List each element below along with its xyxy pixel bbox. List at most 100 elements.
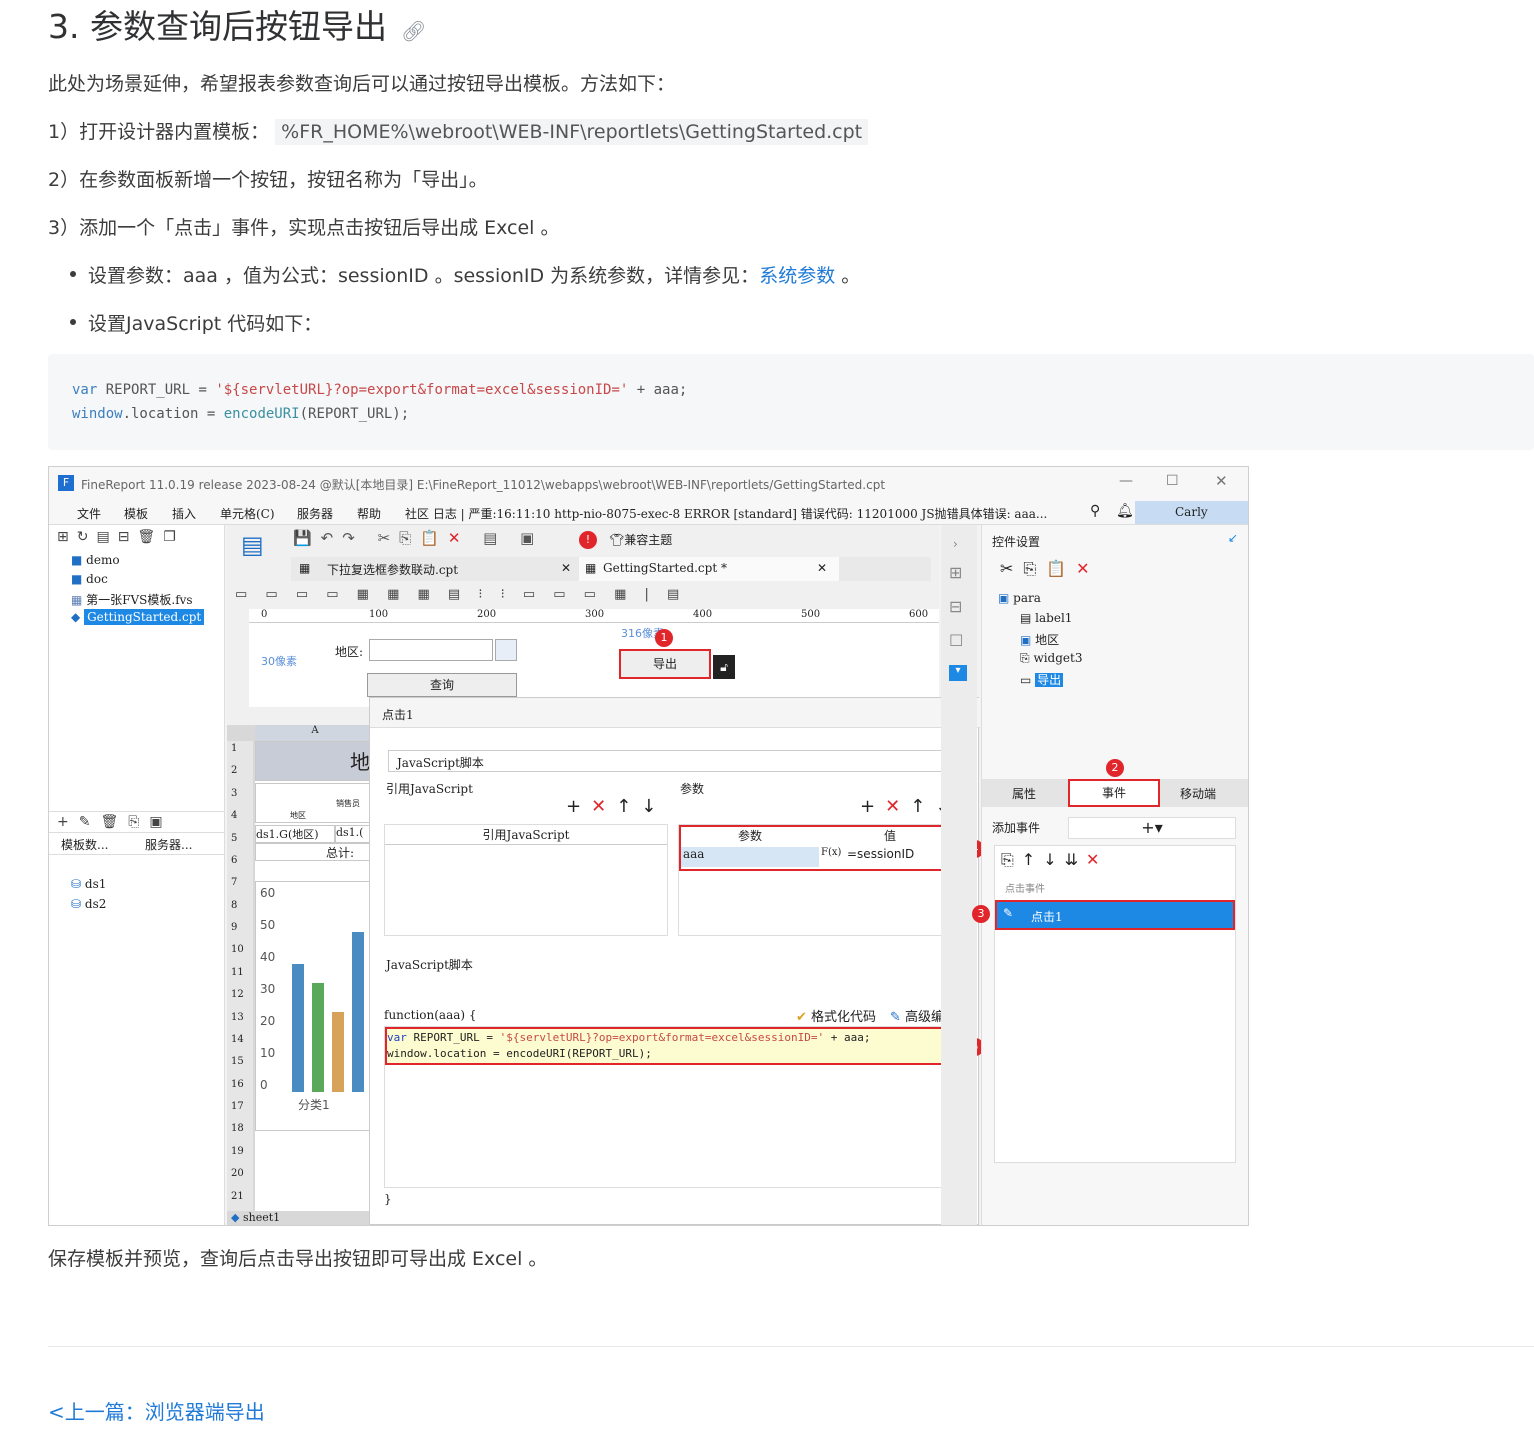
tab-properties[interactable]: 属性 [1012,785,1036,802]
file-toolbar-icons[interactable]: ⊞↻▤⊟🗑❐ [57,529,184,545]
ref-js-toolbar[interactable]: +✕↑↓ [566,796,666,817]
add-event-button[interactable]: +▾ [1068,817,1236,839]
side-icon-strip: › ⊞ ⊟ ☐ ▾ [941,525,977,1225]
region-combo[interactable] [369,639,493,661]
cell-ds1-region[interactable]: ds1.G(地区) [255,825,335,843]
combo-dropdown-icon[interactable] [495,639,517,661]
menu-insert[interactable]: 插入 [172,505,196,522]
widget-node-para[interactable]: ▣ para [998,591,1041,605]
tree-item-demo[interactable]: ■ demo [71,553,120,567]
tab-dropdown-template[interactable]: ▦ 下拉复选框参数联动.cpt ✕ [291,557,579,581]
row-number: 18 [231,1123,244,1135]
bullet-dot [70,318,76,325]
widget-node-label1[interactable]: ▤ label1 [1020,611,1072,625]
widget-palette-icons[interactable]: ▭ ▭ ▭ ▭ ▦ ▦ ▦ ▤ ⁝ ⁝ ▭ ▭ ▭ ▦ | ▤ [235,587,686,602]
export-button[interactable]: 导出 [619,649,711,679]
chart-container[interactable]: 60 50 40 30 20 10 0 分类1 [255,881,377,1131]
tab-events[interactable]: 事件 [1068,779,1160,807]
edit-icon: ✎ [890,1010,901,1025]
chart-x-category: 分类1 [298,1098,330,1112]
brush-icon: ✔ [796,1010,807,1025]
click-event-header: 点击事件 [1005,884,1045,895]
js-editor[interactable]: var REPORT_URL = '${servletURL}?op=expor… [384,1026,963,1188]
bullet-item-params: 设置参数：aaa ，值为公式：sessionID 。sessionID 为系统参… [70,261,860,288]
cell-diagonal[interactable]: 地区 销售员 [255,783,377,823]
menu-file[interactable]: 文件 [77,505,101,522]
minimize-icon[interactable]: — [1119,473,1133,489]
anchor-link-icon[interactable]: 🔗︎ [401,19,426,43]
widget-icon[interactable]: ⊞ [949,563,962,582]
widget-toolbar[interactable]: ✂⎘📋✕ [1000,559,1100,579]
cell-total[interactable]: 总计: [255,843,377,861]
chart-y-tick: 40 [260,950,276,964]
tree-item-gettingstarted[interactable]: ◆ GettingStarted.cpt [71,609,205,625]
collapse-icon[interactable]: ↙ [1228,531,1238,545]
script-type-select[interactable]: JavaScript脚本 ⌄ [388,750,958,772]
form-icon: ▤ [241,531,264,559]
ref-js-column: 引用JavaScript [385,825,667,845]
warning-icon[interactable]: ! [579,531,597,549]
widget-info-icon[interactable]: ⊟ [949,597,962,616]
cpt-file-icon: ◆ [71,610,81,624]
js-script-label: JavaScript脚本 [386,958,473,972]
row-number: 12 [231,989,244,1001]
edit-pencil-icon[interactable]: ✎ [1003,906,1013,920]
chart-y-tick: 30 [260,982,276,996]
widget-node-widget3[interactable]: ⎘ widget3 [1020,651,1082,666]
tab-mobile[interactable]: 移动端 [1180,785,1216,802]
widget-node-region[interactable]: ▣ 地区 [1020,631,1059,648]
bullet-dot [70,270,76,277]
status-log[interactable]: 社区 日志 | 严重:16:11:10 http-nio-8075-exec-8… [405,505,1085,522]
tree-item-doc[interactable]: ■ doc [71,572,108,586]
bell-icon[interactable]: 🔔︎ [1116,503,1134,519]
tab-gettingstarted[interactable]: ▦ GettingStarted.cpt * ✕ [579,557,839,581]
tree-item-fvs[interactable]: ▦ 第一张FVS模板.fvs [71,591,193,608]
compat-theme-button[interactable]: 👕︎兼容主题 [609,531,672,548]
step-2: 2）在参数面板新增一个按钮，按钮名称为「导出」。 [48,169,488,191]
event-toolbar[interactable]: ⎘↑↓⇊✕ [1001,850,1107,870]
sheet-tab[interactable]: ◆ sheet1 [231,1211,280,1224]
format-code-button[interactable]: ✔ 格式化代码 [796,1006,876,1025]
dialog-title: 点击1 [382,708,414,722]
event-item-click1[interactable]: ✎ 点击1 [995,900,1235,930]
prev-page-link[interactable]: <上一篇：浏览器端导出 [48,1396,265,1425]
query-widget-icon: ⎘ [1020,651,1030,665]
search-icon[interactable]: ⚲ [1090,503,1100,519]
grid-icon: ▦ [299,561,311,575]
main-toolbar-icons[interactable]: 💾↶↷ ✂⎘📋✕ ▤ ▣ [293,529,543,547]
menu-server[interactable]: 服务器 [297,505,333,522]
dataset-ds2[interactable]: ⛁ ds2 [71,897,106,911]
menu-template[interactable]: 模板 [124,505,148,522]
close-icon[interactable]: ✕ [1215,472,1228,490]
template-tabs: ▦ 下拉复选框参数联动.cpt ✕ ▦ GettingStarted.cpt * ✕ [291,557,931,581]
frame-icon[interactable]: ☐ [949,631,963,650]
chevron-right-icon[interactable]: › [953,537,958,551]
dataset-ds1[interactable]: ⛁ ds1 [71,877,106,891]
tab-close-icon: ✕ [817,561,828,575]
user-box[interactable]: Carly [1135,501,1248,524]
menu-cell[interactable]: 单元格(C) [220,505,275,522]
ds-toolbar-icons[interactable]: +✎🗑⎘▣ [57,814,173,830]
menu-help[interactable]: 帮助 [357,505,381,522]
param-name-cell[interactable]: aaa [681,847,819,867]
divider [48,1346,1534,1347]
maximize-icon[interactable]: ☐ [1166,473,1179,489]
code-line-2: window.location = encodeURI(REPORT_URL); [72,406,410,422]
tab-template-data[interactable]: 模板数... [61,836,108,853]
row-number: 4 [231,810,238,822]
system-params-link[interactable]: 系统参数 [759,265,835,287]
cell-title[interactable]: 地 [255,741,377,781]
editor-line-2: window.location = encodeURI(REPORT_URL); [387,1047,652,1060]
chart-y-axis: 60 50 40 30 20 10 0 [260,886,286,1092]
bullet-item-js: 设置JavaScript 代码如下： [70,309,322,336]
left-panel: ⊞↻▤⊟🗑❐ ■ demo ■ doc ▦ 第一张FVS模板.fvs ◆ Get… [49,525,225,1225]
widget-node-export[interactable]: ▭ 导出 [1020,671,1064,688]
tab-server-data[interactable]: 服务器... [145,836,192,853]
row-number: 3 [231,787,238,799]
query-button[interactable]: 查询 [367,673,517,697]
settings-panel-icon[interactable]: ▾ [949,665,967,681]
page-title: 3. 参数查询后按钮导出 🔗︎ [48,0,426,48]
event-dialog: 点击1 JavaScript脚本 ⌄ 引用JavaScript 参数 +✕↑↓ … [369,697,984,1225]
lock-icon[interactable]: 🔓︎ [713,655,735,679]
formula-icon[interactable]: F(x) [821,847,845,867]
